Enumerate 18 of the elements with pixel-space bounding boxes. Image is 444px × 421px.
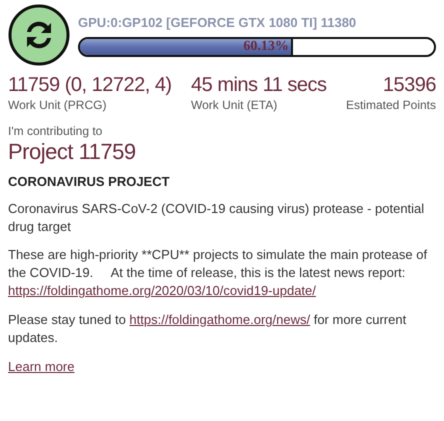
device-title: GPU:0:GP102 [GEFORCE GTX 1080 TI] 11380 bbox=[78, 14, 358, 32]
stat-value: 11759 (0, 12722, 4) bbox=[8, 74, 172, 96]
progress-percentage: 60.13% bbox=[243, 38, 290, 55]
link[interactable]: https://foldingathome.org/news/ bbox=[129, 312, 310, 327]
stat-value: 45 mins 11 secs bbox=[191, 74, 327, 96]
stat-value: 15396 bbox=[382, 74, 436, 96]
paragraph: Coronavirus SARS-CoV-2 (COVID-19 causing virus) protease - potential drug target bbox=[8, 200, 426, 236]
intro-text: I'm contributing to bbox=[8, 123, 104, 140]
stat-label: Work Unit (PRCG) bbox=[8, 97, 108, 114]
stat-label: Work Unit (ETA) bbox=[191, 97, 278, 114]
link[interactable]: https://foldingathome.org/2020/03/10/covid19-update/ bbox=[8, 283, 316, 298]
paragraph: Please stay tuned to https://foldingathome.org/news/ for more current updates. bbox=[8, 310, 408, 347]
project-title: Project 11759 bbox=[8, 140, 137, 164]
section-heading: CORONAVIRUS PROJECT bbox=[8, 173, 171, 192]
paragraph: These are high-priority **CPU** projects to simulate the main protease of the COVID-19. At the time of release, this is the latest news report: https://foldingathome.org/2020/03/10/covid19-update/ bbox=[8, 246, 428, 300]
stat-label: Estimated Points bbox=[346, 97, 436, 114]
refresh-icon[interactable] bbox=[8, 4, 70, 66]
learn-more-link[interactable]: Learn more bbox=[8, 359, 74, 374]
